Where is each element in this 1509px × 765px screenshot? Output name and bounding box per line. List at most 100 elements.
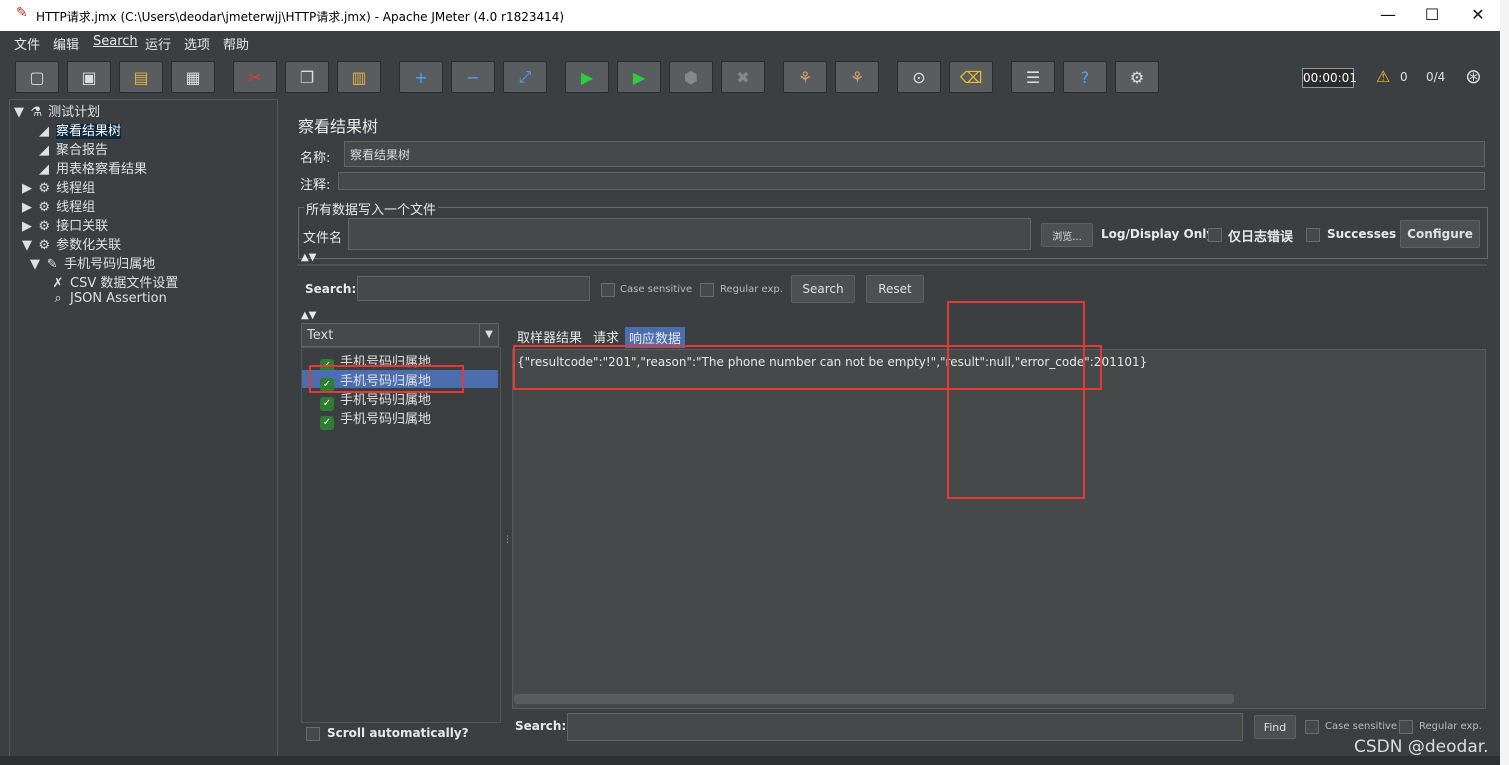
save-icon[interactable]: ▦ xyxy=(171,61,215,93)
search-icon[interactable]: ⊙ xyxy=(897,61,941,93)
successes-checkbox[interactable] xyxy=(1306,228,1320,242)
bottom-search-input[interactable] xyxy=(567,713,1243,741)
menu-options[interactable]: 选项 xyxy=(184,34,210,53)
copy-icon[interactable]: ❐ xyxy=(285,61,329,93)
menu-help[interactable]: 帮助 xyxy=(223,34,249,53)
tab-request[interactable]: 请求 xyxy=(593,327,619,346)
maximize-icon[interactable]: ☐ xyxy=(1412,4,1452,26)
tree-item-interface-association[interactable]: ▶ ⚙ 接口关联 xyxy=(22,215,108,234)
templates-icon[interactable]: ▣ xyxy=(67,61,111,93)
elapsed-timer: 00:00:01 xyxy=(1302,68,1357,88)
function-helper-icon[interactable]: ☰ xyxy=(1011,61,1055,93)
gear-icon: ⚙ xyxy=(38,238,50,253)
clear-icon[interactable]: ⚘ xyxy=(783,61,827,93)
cut-icon[interactable]: ✂ xyxy=(233,61,277,93)
close-icon[interactable]: ✕ xyxy=(1458,4,1498,26)
tree-item-aggregate-report[interactable]: ◢ 聚合报告 xyxy=(36,139,108,158)
log-display-only-label: Log/Display Only: xyxy=(1101,227,1219,241)
jmeter-feather-icon: ✎ xyxy=(16,5,28,21)
listener-icon: ◢ xyxy=(39,124,49,139)
vertical-splitter-grip[interactable]: ⋮ xyxy=(503,535,512,545)
menu-search[interactable]: Search xyxy=(93,34,138,49)
annotation-box-selected-result xyxy=(309,365,464,393)
divider-arrows-icon[interactable]: ▲▼ xyxy=(301,252,316,263)
divider-arrows-icon-2[interactable]: ▲▼ xyxy=(301,310,316,321)
window-title: HTTP请求.jmx (C:\Users\deodar\jmeterwjj\HT… xyxy=(36,10,565,24)
reset-search-icon[interactable]: ⌫ xyxy=(949,61,993,93)
listener-icon: ◢ xyxy=(39,143,49,158)
bottom-case-checkbox[interactable] xyxy=(1305,720,1319,734)
case-sensitive-checkbox[interactable] xyxy=(601,283,615,297)
thread-count: 0/4 xyxy=(1426,70,1446,84)
start-no-pause-icon[interactable]: ▶ xyxy=(617,61,661,93)
menu-run[interactable]: 运行 xyxy=(145,34,171,53)
bottom-regex-label: Regular exp. xyxy=(1419,721,1482,732)
tree-item-thread-group-1[interactable]: ▶ ⚙ 线程组 xyxy=(22,177,95,196)
successes-label: Successes xyxy=(1327,227,1397,241)
watermark: CSDN @deodar. xyxy=(1354,737,1489,757)
renderer-select[interactable]: Text ▼ xyxy=(301,323,499,347)
new-icon[interactable]: ▢ xyxy=(15,61,59,93)
minimize-icon[interactable]: — xyxy=(1368,4,1408,26)
menu-edit[interactable]: 编辑 xyxy=(53,34,79,53)
tree-item-test-plan[interactable]: ▼ ⚗ 测试计划 xyxy=(14,101,100,120)
tree-item-view-results-tree[interactable]: ◢ 察看结果树 xyxy=(36,120,276,139)
test-plan-tree: ▼ ⚗ 测试计划 ◢ 察看结果树 ◢ 聚合报告 ◢ 用表格察看结果 ▶ ⚙ 线程组 ▶ ⚙… xyxy=(9,99,278,757)
listener-icon: ◢ xyxy=(39,162,49,177)
tree-item-json-assertion[interactable]: ⌕ JSON Assertion xyxy=(50,291,167,309)
find-button[interactable]: Find xyxy=(1254,715,1296,739)
scroll-auto-label: Scroll automatically? xyxy=(327,726,469,740)
tree-item-csv-config[interactable]: ✗ CSV 数据文件设置 xyxy=(50,272,179,291)
tree-splitter[interactable] xyxy=(277,99,285,755)
clear-all-icon[interactable]: ⚘ xyxy=(835,61,879,93)
name-label: 名称: xyxy=(300,151,331,166)
tab-sampler-result[interactable]: 取样器结果 xyxy=(517,327,582,346)
collapse-icon[interactable]: − xyxy=(451,61,495,93)
tree-item-table-results[interactable]: ◢ 用表格察看结果 xyxy=(36,158,147,177)
success-shield-icon: ✓ xyxy=(320,416,334,430)
paste-icon[interactable]: ▥ xyxy=(337,61,381,93)
tree-item-thread-group-2[interactable]: ▶ ⚙ 线程组 xyxy=(22,196,95,215)
filename-field[interactable] xyxy=(348,218,1031,250)
split-divider-top[interactable] xyxy=(297,264,1487,266)
gear-icon: ⚙ xyxy=(38,181,50,196)
errors-label: 仅日志错误 xyxy=(1228,230,1294,245)
menu-file[interactable]: 文件 xyxy=(14,34,40,53)
config-icon: ✗ xyxy=(52,276,64,291)
menu-bar: 文件 编辑 Search 运行 选项 帮助 xyxy=(0,31,1500,54)
comment-field[interactable] xyxy=(338,172,1485,190)
result-item[interactable]: ✓ 手机号码归属地 xyxy=(320,408,431,430)
regex-checkbox[interactable] xyxy=(700,283,714,297)
scroll-auto-checkbox[interactable] xyxy=(306,727,320,741)
tree-item-phone-sampler[interactable]: ▼ ✎ 手机号码归属地 xyxy=(30,253,155,272)
start-icon[interactable]: ▶ xyxy=(565,61,609,93)
logger-icon[interactable]: ⊛ xyxy=(1465,64,1482,88)
remote-icon[interactable]: ⚙ xyxy=(1115,61,1159,93)
name-field[interactable] xyxy=(344,141,1485,167)
warning-count: 0 xyxy=(1400,70,1408,84)
search-input[interactable] xyxy=(357,276,590,301)
stop-icon[interactable]: ⬢ xyxy=(669,61,713,93)
shutdown-icon[interactable]: ✖ xyxy=(721,61,765,93)
write-to-file-legend: 所有数据写入一个文件 xyxy=(304,199,439,218)
bottom-regex-checkbox[interactable] xyxy=(1399,720,1413,734)
open-icon[interactable]: ▤ xyxy=(119,61,163,93)
chevron-down-icon[interactable]: ▼ xyxy=(479,324,498,346)
warning-icon[interactable]: ⚠ xyxy=(1376,67,1390,86)
configure-button[interactable]: Configure xyxy=(1400,220,1480,248)
horizontal-scrollbar[interactable] xyxy=(514,694,1234,704)
case-sensitive-label: Case sensitive xyxy=(620,284,693,295)
bottom-case-label: Case sensitive xyxy=(1325,721,1398,732)
expand-icon[interactable]: + xyxy=(399,61,443,93)
reset-button[interactable]: Reset xyxy=(866,275,924,303)
search-button[interactable]: Search xyxy=(791,275,855,303)
comment-label: 注释: xyxy=(300,178,331,193)
help-icon[interactable]: ? xyxy=(1063,61,1107,93)
bottom-search-label: Search: xyxy=(515,719,567,733)
browse-button[interactable]: 浏览... xyxy=(1041,223,1093,247)
sampler-icon: ✎ xyxy=(46,257,58,272)
toggle-icon[interactable]: ⤢ xyxy=(503,61,547,93)
errors-checkbox[interactable] xyxy=(1208,228,1222,242)
tree-item-parameterized[interactable]: ▼ ⚙ 参数化关联 xyxy=(22,234,121,253)
results-list: ✓ 手机号码归属地 ✓ 手机号码归属地 ✓ 手机号码归属地 ✓ 手机号码归属地 xyxy=(301,347,501,723)
